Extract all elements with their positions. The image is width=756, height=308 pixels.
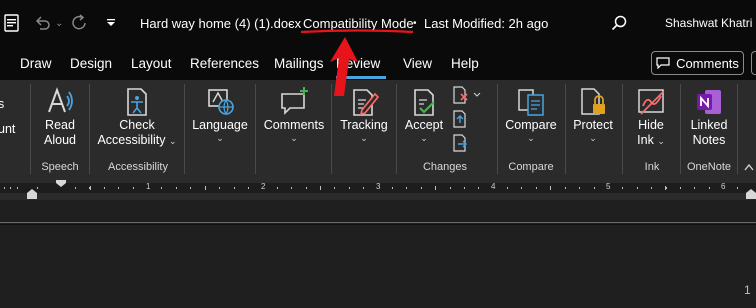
annotation-arrow-icon — [330, 37, 358, 96]
annotation-overlay — [300, 29, 414, 96]
annotation-underline — [300, 29, 414, 34]
